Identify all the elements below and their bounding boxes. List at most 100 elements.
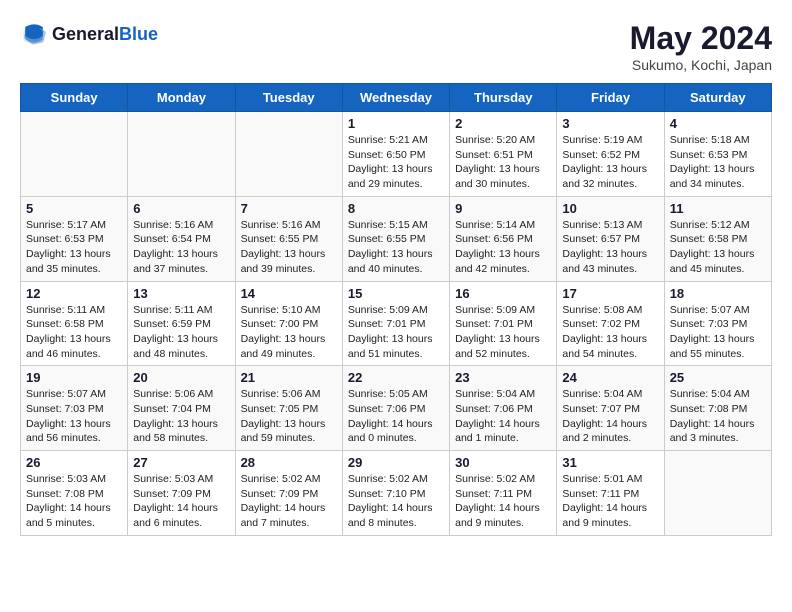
calendar-day-29: 29 Sunrise: 5:02 AM Sunset: 7:10 PM Dayli… [342,451,449,536]
weekday-header-tuesday: Tuesday [235,84,342,112]
day-info: Sunrise: 5:09 AM Sunset: 7:01 PM Dayligh… [455,303,551,362]
day-info: Sunrise: 5:18 AM Sunset: 6:53 PM Dayligh… [670,133,766,192]
day-info: Sunrise: 5:08 AM Sunset: 7:02 PM Dayligh… [562,303,658,362]
calendar-day-28: 28 Sunrise: 5:02 AM Sunset: 7:09 PM Dayli… [235,451,342,536]
weekday-header-saturday: Saturday [664,84,771,112]
day-number: 6 [133,201,229,216]
day-info: Sunrise: 5:11 AM Sunset: 6:59 PM Dayligh… [133,303,229,362]
day-number: 28 [241,455,337,470]
location-subtitle: Sukumo, Kochi, Japan [630,57,772,73]
day-info: Sunrise: 5:06 AM Sunset: 7:04 PM Dayligh… [133,387,229,446]
day-info: Sunrise: 5:12 AM Sunset: 6:58 PM Dayligh… [670,218,766,277]
day-info: Sunrise: 5:07 AM Sunset: 7:03 PM Dayligh… [26,387,122,446]
day-info: Sunrise: 5:17 AM Sunset: 6:53 PM Dayligh… [26,218,122,277]
calendar-day-empty [235,112,342,197]
day-number: 29 [348,455,444,470]
weekday-header-row: SundayMondayTuesdayWednesdayThursdayFrid… [21,84,772,112]
day-info: Sunrise: 5:02 AM Sunset: 7:10 PM Dayligh… [348,472,444,531]
day-info: Sunrise: 5:03 AM Sunset: 7:08 PM Dayligh… [26,472,122,531]
day-info: Sunrise: 5:07 AM Sunset: 7:03 PM Dayligh… [670,303,766,362]
weekday-header-wednesday: Wednesday [342,84,449,112]
calendar-day-7: 7 Sunrise: 5:16 AM Sunset: 6:55 PM Daylig… [235,196,342,281]
calendar-day-11: 11 Sunrise: 5:12 AM Sunset: 6:58 PM Dayli… [664,196,771,281]
calendar-day-23: 23 Sunrise: 5:04 AM Sunset: 7:06 PM Dayli… [450,366,557,451]
day-info: Sunrise: 5:03 AM Sunset: 7:09 PM Dayligh… [133,472,229,531]
calendar-day-18: 18Sunrise: 5:07 AM Sunset: 7:03 PM Dayli… [664,281,771,366]
day-info: Sunrise: 5:11 AM Sunset: 6:58 PM Dayligh… [26,303,122,362]
day-number: 3 [562,116,658,131]
day-info: Sunrise: 5:09 AM Sunset: 7:01 PM Dayligh… [348,303,444,362]
day-number: 27 [133,455,229,470]
page-header: GeneralBlue May 2024 Sukumo, Kochi, Japa… [20,20,772,73]
day-info: Sunrise: 5:04 AM Sunset: 7:06 PM Dayligh… [455,387,551,446]
calendar-day-21: 21Sunrise: 5:06 AM Sunset: 7:05 PM Dayli… [235,366,342,451]
calendar-week-row: 1Sunrise: 5:21 AM Sunset: 6:50 PM Daylig… [21,112,772,197]
day-number: 1 [348,116,444,131]
calendar-day-6: 6Sunrise: 5:16 AM Sunset: 6:54 PM Daylig… [128,196,235,281]
day-info: Sunrise: 5:15 AM Sunset: 6:55 PM Dayligh… [348,218,444,277]
calendar-day-25: 25 Sunrise: 5:04 AM Sunset: 7:08 PM Dayli… [664,366,771,451]
calendar-day-10: 10 Sunrise: 5:13 AM Sunset: 6:57 PM Dayli… [557,196,664,281]
calendar-day-2: 2Sunrise: 5:20 AM Sunset: 6:51 PM Daylig… [450,112,557,197]
day-number: 23 [455,370,551,385]
calendar-day-12: 12 Sunrise: 5:11 AM Sunset: 6:58 PM Dayli… [21,281,128,366]
calendar-day-22: 22 Sunrise: 5:05 AM Sunset: 7:06 PM Dayli… [342,366,449,451]
logo-blue: Blue [119,24,158,44]
day-info: Sunrise: 5:06 AM Sunset: 7:05 PM Dayligh… [241,387,337,446]
logo-general: General [52,24,119,44]
calendar-day-27: 27 Sunrise: 5:03 AM Sunset: 7:09 PM Dayli… [128,451,235,536]
day-number: 12 [26,286,122,301]
day-info: Sunrise: 5:13 AM Sunset: 6:57 PM Dayligh… [562,218,658,277]
calendar-week-row: 5 Sunrise: 5:17 AM Sunset: 6:53 PM Daylig… [21,196,772,281]
day-number: 15 [348,286,444,301]
day-info: Sunrise: 5:14 AM Sunset: 6:56 PM Dayligh… [455,218,551,277]
day-number: 5 [26,201,122,216]
calendar-day-30: 30 Sunrise: 5:02 AM Sunset: 7:11 PM Dayli… [450,451,557,536]
day-number: 9 [455,201,551,216]
day-number: 22 [348,370,444,385]
logo: GeneralBlue [20,20,158,48]
day-info: Sunrise: 5:10 AM Sunset: 7:00 PM Dayligh… [241,303,337,362]
day-info: Sunrise: 5:02 AM Sunset: 7:09 PM Dayligh… [241,472,337,531]
calendar-day-8: 8Sunrise: 5:15 AM Sunset: 6:55 PM Daylig… [342,196,449,281]
month-year-title: May 2024 [630,20,772,57]
calendar-day-5: 5 Sunrise: 5:17 AM Sunset: 6:53 PM Daylig… [21,196,128,281]
day-number: 25 [670,370,766,385]
day-number: 20 [133,370,229,385]
day-info: Sunrise: 5:19 AM Sunset: 6:52 PM Dayligh… [562,133,658,192]
calendar-week-row: 19 Sunrise: 5:07 AM Sunset: 7:03 PM Dayli… [21,366,772,451]
weekday-header-thursday: Thursday [450,84,557,112]
day-number: 10 [562,201,658,216]
day-info: Sunrise: 5:20 AM Sunset: 6:51 PM Dayligh… [455,133,551,192]
day-info: Sunrise: 5:02 AM Sunset: 7:11 PM Dayligh… [455,472,551,531]
day-number: 30 [455,455,551,470]
day-number: 24 [562,370,658,385]
calendar-day-empty [21,112,128,197]
day-number: 7 [241,201,337,216]
calendar-week-row: 12 Sunrise: 5:11 AM Sunset: 6:58 PM Dayli… [21,281,772,366]
calendar-day-1: 1Sunrise: 5:21 AM Sunset: 6:50 PM Daylig… [342,112,449,197]
logo-text: GeneralBlue [52,24,158,45]
weekday-header-friday: Friday [557,84,664,112]
day-info: Sunrise: 5:16 AM Sunset: 6:55 PM Dayligh… [241,218,337,277]
day-number: 26 [26,455,122,470]
day-number: 31 [562,455,658,470]
day-info: Sunrise: 5:01 AM Sunset: 7:11 PM Dayligh… [562,472,658,531]
day-number: 11 [670,201,766,216]
calendar-day-20: 20 Sunrise: 5:06 AM Sunset: 7:04 PM Dayli… [128,366,235,451]
calendar-day-3: 3 Sunrise: 5:19 AM Sunset: 6:52 PM Daylig… [557,112,664,197]
calendar-day-14: 14Sunrise: 5:10 AM Sunset: 7:00 PM Dayli… [235,281,342,366]
calendar-day-24: 24Sunrise: 5:04 AM Sunset: 7:07 PM Dayli… [557,366,664,451]
day-info: Sunrise: 5:04 AM Sunset: 7:08 PM Dayligh… [670,387,766,446]
day-number: 13 [133,286,229,301]
calendar-day-9: 9 Sunrise: 5:14 AM Sunset: 6:56 PM Daylig… [450,196,557,281]
day-info: Sunrise: 5:05 AM Sunset: 7:06 PM Dayligh… [348,387,444,446]
calendar-day-31: 31 Sunrise: 5:01 AM Sunset: 7:11 PM Dayli… [557,451,664,536]
weekday-header-sunday: Sunday [21,84,128,112]
day-number: 19 [26,370,122,385]
calendar-day-26: 26 Sunrise: 5:03 AM Sunset: 7:08 PM Dayli… [21,451,128,536]
logo-icon [20,20,48,48]
calendar-day-19: 19 Sunrise: 5:07 AM Sunset: 7:03 PM Dayli… [21,366,128,451]
calendar-day-17: 17Sunrise: 5:08 AM Sunset: 7:02 PM Dayli… [557,281,664,366]
calendar-day-4: 4Sunrise: 5:18 AM Sunset: 6:53 PM Daylig… [664,112,771,197]
